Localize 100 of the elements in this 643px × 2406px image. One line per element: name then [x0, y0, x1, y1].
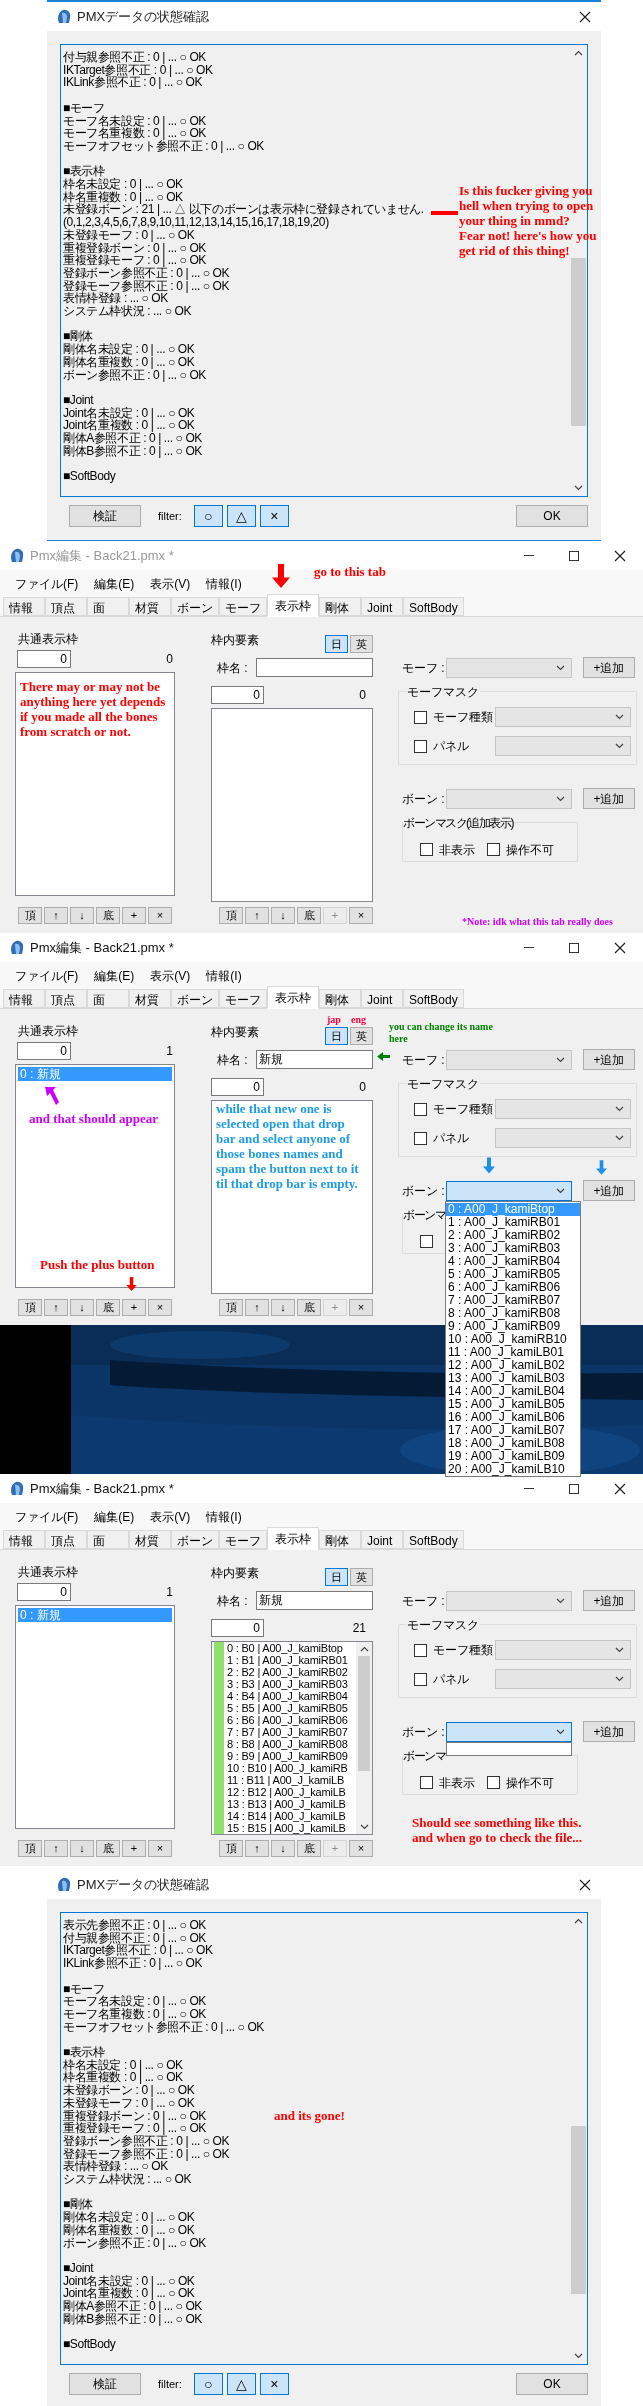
tab[interactable]: 情報 [3, 597, 45, 616]
tab[interactable]: モーフ [219, 1530, 267, 1549]
list-item[interactable]: 6 : B6 | A00_J_kamiRB06 [227, 1714, 348, 1726]
ok-button[interactable]: OK [516, 505, 588, 527]
dropdown-item[interactable]: 13 : A00_J_kamiLB03 [446, 1371, 580, 1385]
list-button[interactable]: ↓ [70, 907, 94, 924]
tab[interactable]: 材質 [129, 597, 171, 616]
tab[interactable]: 頂点 [45, 989, 87, 1008]
menu-item[interactable]: ファイル(F) [8, 572, 86, 595]
checkbox[interactable] [420, 1235, 433, 1248]
list-item[interactable]: 4 : B4 | A00_J_kamiRB04 [227, 1690, 348, 1702]
list-item[interactable]: 9 : B9 | A00_J_kamiRB09 [227, 1750, 348, 1762]
list-button[interactable]: × [148, 907, 172, 924]
checkbox[interactable] [414, 1672, 427, 1686]
element-list[interactable] [211, 1641, 373, 1835]
list-button[interactable]: 底 [297, 1840, 321, 1857]
close-icon[interactable] [614, 941, 626, 954]
tab[interactable]: Joint [361, 597, 403, 616]
list-button[interactable]: 頂 [219, 1840, 243, 1857]
filter-toggle[interactable]: × [259, 505, 289, 527]
dropdown-item[interactable]: 15 : A00_J_kamiLB05 [446, 1397, 580, 1411]
dropdown-item[interactable]: 16 : A00_J_kamiLB06 [446, 1410, 580, 1424]
list-button[interactable]: 底 [96, 907, 120, 924]
menu-item[interactable]: ファイル(F) [8, 1505, 86, 1528]
tab[interactable]: 材質 [129, 989, 171, 1008]
tab[interactable]: Joint [361, 1530, 403, 1549]
dropdown-item[interactable]: 19 : A00_J_kamiLB09 [446, 1449, 580, 1463]
frame-list[interactable] [15, 672, 175, 896]
add-button[interactable]: +追加 [583, 1180, 635, 1201]
list-button[interactable]: 底 [96, 1840, 120, 1857]
list-item[interactable]: 12 : B12 | A00_J_kamiLB [227, 1786, 346, 1798]
checkbox[interactable] [420, 843, 433, 856]
checkbox[interactable] [414, 710, 427, 724]
tab[interactable]: 材質 [129, 1530, 171, 1549]
checkbox[interactable] [487, 1776, 500, 1789]
menu-item[interactable]: 情報(I) [199, 964, 249, 987]
index-field[interactable]: 0 [211, 1078, 264, 1096]
list-button[interactable]: 頂 [18, 1299, 42, 1316]
filter-toggle[interactable]: ○ [193, 2373, 223, 2395]
menu-item[interactable]: 編集(E) [87, 964, 142, 987]
dropdown-item[interactable]: 1 : A00_J_kamiRB01 [446, 1215, 580, 1229]
filter-toggle[interactable]: △ [226, 505, 256, 527]
list-button[interactable]: ↑ [44, 1299, 68, 1316]
checkbox[interactable] [414, 739, 427, 753]
tab[interactable]: 剛体 [319, 1530, 361, 1549]
filter-toggle[interactable]: △ [226, 2373, 256, 2395]
list-button[interactable]: 頂 [219, 1299, 243, 1316]
menu-item[interactable]: ファイル(F) [8, 964, 86, 987]
verify-button[interactable]: 検証 [69, 2373, 141, 2395]
list-button[interactable]: + [122, 907, 146, 924]
tab[interactable]: ボーン [171, 989, 219, 1008]
dropdown-item[interactable]: 6 : A00_J_kamiRB06 [446, 1280, 580, 1294]
dropdown-item[interactable]: 3 : A00_J_kamiRB03 [446, 1241, 580, 1255]
list-item[interactable]: 11 : B11 | A00_J_kamiLB [227, 1774, 345, 1786]
language-toggle[interactable]: 日 [325, 635, 348, 653]
list-button[interactable]: ↑ [245, 1840, 269, 1857]
add-button[interactable]: +追加 [583, 657, 635, 678]
list-button[interactable]: ↓ [271, 1299, 295, 1316]
dropdown-item[interactable]: 20 : A00_J_kamiLB10 [446, 1462, 580, 1476]
dropdown-list[interactable] [445, 1200, 581, 1477]
tab[interactable]: SoftBody [403, 989, 464, 1008]
tab[interactable]: 剛体 [319, 989, 361, 1008]
tab[interactable]: モーフ [219, 597, 267, 616]
list-button[interactable]: 底 [96, 1299, 120, 1316]
list-button[interactable]: × [349, 1840, 373, 1857]
checkbox[interactable] [420, 1776, 433, 1789]
scrollbar-thumb[interactable] [358, 1656, 370, 1771]
tab[interactable]: 面 [87, 1530, 129, 1549]
list-button[interactable]: × [349, 907, 373, 924]
tab[interactable]: 情報 [3, 989, 45, 1008]
dropdown-item[interactable]: 12 : A00_J_kamiLB02 [446, 1358, 580, 1372]
tab[interactable]: 情報 [3, 1530, 45, 1549]
scrollbar-thumb[interactable] [571, 257, 586, 426]
tab[interactable]: 面 [87, 989, 129, 1008]
add-button[interactable]: +追加 [583, 788, 635, 809]
scrollbar[interactable] [356, 1642, 372, 1834]
tab[interactable]: 表示枠 [267, 594, 319, 617]
tab[interactable]: 面 [87, 597, 129, 616]
list-item[interactable]: 1 : B1 | A00_J_kamiRB01 [227, 1654, 348, 1666]
list-item[interactable]: 10 : B10 | A00_J_kamiRB [227, 1762, 348, 1774]
list-button[interactable]: ↑ [245, 1299, 269, 1316]
list-item[interactable]: 15 : B15 | A00_J_kamiLB [227, 1822, 346, 1834]
list-button[interactable]: × [148, 1840, 172, 1857]
list-button[interactable]: ↓ [70, 1299, 94, 1316]
index-field[interactable]: 0 [211, 686, 264, 704]
filter-toggle[interactable]: ○ [193, 505, 223, 527]
name-field[interactable]: 新規 [256, 1050, 373, 1069]
dropdown-item[interactable]: 4 : A00_J_kamiRB04 [446, 1254, 580, 1268]
list-item[interactable]: 13 : B13 | A00_J_kamiLB [227, 1798, 346, 1810]
dropdown-item[interactable]: 2 : A00_J_kamiRB02 [446, 1228, 580, 1242]
ok-button[interactable]: OK [516, 2373, 588, 2395]
index-field[interactable]: 0 [211, 1619, 264, 1637]
list-button[interactable]: ↑ [44, 907, 68, 924]
list-button[interactable]: ↓ [70, 1840, 94, 1857]
checkbox[interactable] [414, 1102, 427, 1116]
scrollbar-thumb[interactable] [571, 2125, 586, 2294]
tab[interactable]: 剛体 [319, 597, 361, 616]
maximize-icon[interactable] [569, 550, 579, 561]
tab[interactable]: ボーン [171, 1530, 219, 1549]
menu-item[interactable]: 表示(V) [143, 1505, 198, 1528]
